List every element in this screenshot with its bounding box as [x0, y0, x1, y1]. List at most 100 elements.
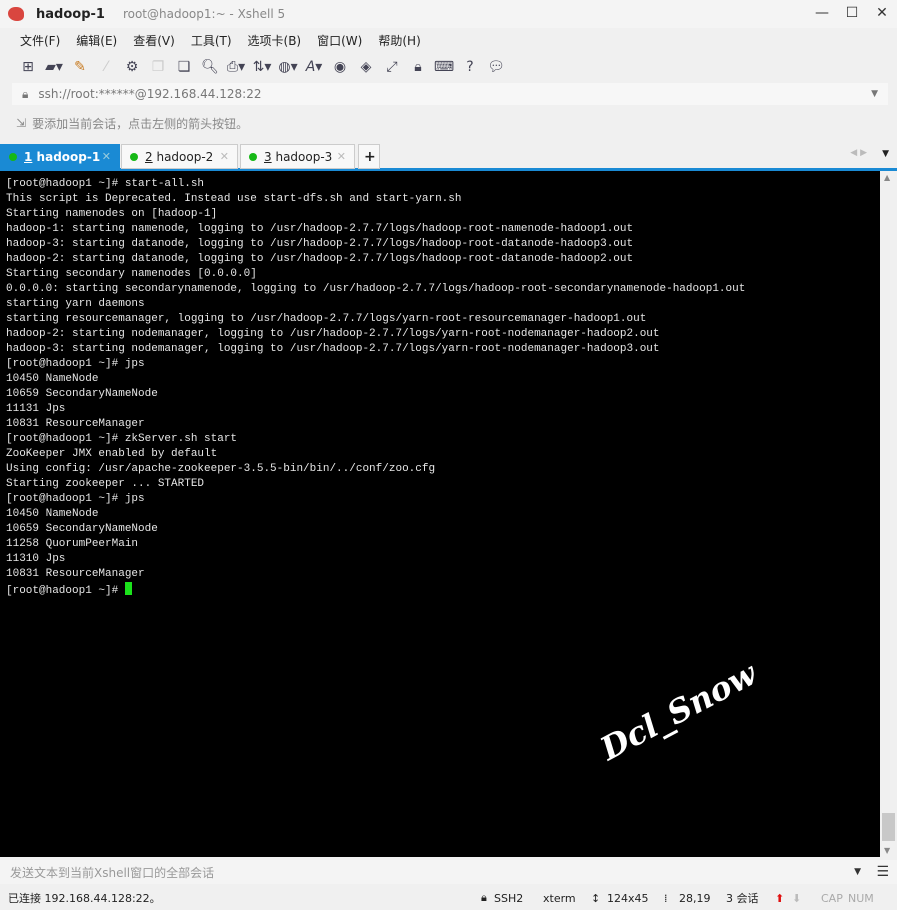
terminal-line: hadoop-3: starting datanode, logging to …: [6, 238, 634, 250]
terminal-line: 11131 Jps: [6, 403, 66, 415]
tab-scroll-arrows-icon[interactable]: ◀ ▶: [850, 148, 867, 158]
terminal-line: 10831 ResourceManager: [6, 418, 145, 430]
terminal-line: Starting secondary namenodes [0.0.0.0]: [6, 268, 257, 280]
toolbar: ⊞ ▰▾ ✎ ⁄ ⚙ ❐ ❏ 🔍︎ ⎙▾ ⇅▾ ◍▾ A ▾ ◉ ◈ ⤢ 🔒︎ ⌨…: [0, 54, 897, 80]
address-bar[interactable]: 🔒︎ ssh://root:******@192.168.44.128:22 ▼: [12, 83, 888, 105]
terminal-line: Starting namenodes on [hadoop-1]: [6, 208, 218, 220]
copy-icon[interactable]: ❐: [148, 58, 168, 76]
terminal-line: hadoop-2: starting datanode, logging to …: [6, 253, 634, 265]
chevron-down-icon[interactable]: ▼: [871, 89, 878, 99]
transfer-icon[interactable]: ⇅▾: [252, 58, 272, 76]
arrow-add-icon[interactable]: ⇲: [16, 116, 26, 130]
status-dot-icon: [249, 152, 257, 161]
new-tab-button[interactable]: +: [358, 144, 380, 169]
scrollbar[interactable]: ▲ ▼: [880, 171, 897, 857]
terminal[interactable]: [root@hadoop1 ~]# start-all.sh This scrip…: [0, 171, 880, 857]
tab-number: 2: [145, 149, 153, 164]
address-text[interactable]: ssh://root:******@192.168.44.128:22: [38, 87, 261, 101]
upload-arrow-icon: ⬆: [775, 891, 785, 905]
caps-lock-indicator: CAP: [821, 891, 843, 905]
menu-tabs[interactable]: 选项卡(B): [248, 32, 302, 49]
tab-label: hadoop-2: [156, 149, 214, 164]
send-text-bar[interactable]: 发送文本到当前Xshell窗口的全部会话 ▼ ☰: [0, 860, 897, 884]
terminal-line: ZooKeeper JMX enabled by default: [6, 448, 218, 460]
connect-icon[interactable]: ✎: [70, 58, 90, 76]
status-dot-icon: [9, 152, 17, 161]
terminal-line: hadoop-2: starting nodemanager, logging …: [6, 328, 660, 340]
globe-icon[interactable]: ◍▾: [278, 58, 298, 76]
terminal-line: starting resourcemanager, logging to /us…: [6, 313, 647, 325]
terminal-line: Using config: /usr/apache-zookeeper-3.5.…: [6, 463, 436, 475]
tab-menu-icon[interactable]: ▼: [882, 149, 889, 159]
window-title: hadoop-1: [36, 6, 105, 22]
close-tab-icon[interactable]: ✕: [337, 150, 346, 163]
send-text-input[interactable]: 发送文本到当前Xshell窗口的全部会话: [10, 864, 214, 881]
disconnect-icon[interactable]: ⁄: [96, 58, 116, 76]
terminal-line: [root@hadoop1 ~]# jps: [6, 493, 145, 505]
terminal-line: [root@hadoop1 ~]# jps: [6, 358, 145, 370]
xftp-icon[interactable]: ◉: [330, 58, 350, 76]
hint-text: 要添加当前会话，点击左侧的箭头按钮。: [32, 116, 249, 131]
close-tab-icon[interactable]: ✕: [102, 150, 111, 163]
terminal-line: This script is Deprecated. Instead use s…: [6, 193, 462, 205]
terminal-line: 10450 NameNode: [6, 373, 99, 385]
title-bar: hadoop-1 root@hadoop1:~ - Xshell 5 — ☐ ✕: [0, 0, 897, 28]
session-count: 3 会话: [726, 892, 759, 905]
session-hint: ⇲ 要添加当前会话，点击左侧的箭头按钮。: [16, 113, 248, 133]
paste-icon[interactable]: ❏: [174, 58, 194, 76]
terminal-line: 11310 Jps: [6, 553, 66, 565]
tab-hadoop-1[interactable]: 1 hadoop-1 ✕: [0, 144, 120, 169]
keyboard-icon[interactable]: ⌨: [434, 58, 454, 76]
tab-label: hadoop-3: [275, 149, 333, 164]
cursor-position: 28,19: [679, 891, 711, 905]
terminal-line: 11258 QuorumPeerMain: [6, 538, 139, 550]
print-icon[interactable]: ⎙▾: [226, 58, 246, 76]
lock-icon: 🔒︎: [22, 86, 29, 101]
terminal-line: [root@hadoop1 ~]# zkServer.sh start: [6, 433, 238, 445]
terminal-type: xterm: [543, 891, 576, 905]
menu-bar: 文件(F) 编辑(E) 查看(V) 工具(T) 选项卡(B) 窗口(W) 帮助(…: [0, 28, 897, 52]
menu-tools[interactable]: 工具(T): [191, 32, 232, 49]
new-session-icon[interactable]: ⊞: [18, 58, 38, 76]
close-tab-icon[interactable]: ✕: [220, 150, 229, 163]
help-icon[interactable]: ?: [460, 58, 480, 76]
maximize-button[interactable]: ☐: [837, 0, 867, 26]
num-lock-indicator: NUM: [848, 891, 874, 905]
status-bar: 已连接 192.168.44.128:22。 🔒︎ SSH2 xterm ↕ 1…: [0, 886, 897, 910]
chevron-down-icon[interactable]: ▼: [854, 867, 861, 877]
terminal-size: 124x45: [607, 891, 649, 905]
menu-icon[interactable]: ☰: [876, 864, 889, 880]
tab-hadoop-2[interactable]: 2 hadoop-2 ✕: [121, 144, 238, 169]
open-folder-icon[interactable]: ▰▾: [44, 58, 64, 76]
properties-icon[interactable]: ⚙: [122, 58, 142, 76]
tab-label: hadoop-1: [36, 149, 101, 164]
protocol: SSH2: [494, 891, 524, 905]
menu-file[interactable]: 文件(F): [20, 32, 60, 49]
terminal-line: 0.0.0.0: starting secondarynamenode, log…: [6, 283, 746, 295]
minimize-button[interactable]: —: [807, 0, 837, 26]
tab-hadoop-3[interactable]: 3 hadoop-3 ✕: [240, 144, 355, 169]
chat-icon[interactable]: 💬︎: [486, 58, 506, 76]
font-icon[interactable]: A ▾: [304, 58, 324, 76]
scroll-up-icon[interactable]: ▲: [884, 173, 890, 182]
terminal-line: 10659 SecondaryNameNode: [6, 388, 158, 400]
lock-icon[interactable]: 🔒︎: [408, 58, 428, 76]
terminal-line: starting yarn daemons: [6, 298, 145, 310]
connection-status: 已连接 192.168.44.128:22。: [8, 892, 161, 905]
terminal-line: 10450 NameNode: [6, 508, 99, 520]
menu-help[interactable]: 帮助(H): [378, 32, 420, 49]
close-button[interactable]: ✕: [867, 0, 897, 26]
fullscreen-icon[interactable]: ⤢: [382, 58, 402, 76]
find-icon[interactable]: 🔍︎: [200, 58, 220, 76]
scroll-thumb[interactable]: [882, 813, 895, 841]
window-subtitle: root@hadoop1:~ - Xshell 5: [122, 7, 286, 21]
scroll-down-icon[interactable]: ▼: [884, 846, 890, 855]
tab-number: 1: [24, 149, 33, 164]
terminal-line: 10831 ResourceManager: [6, 568, 145, 580]
menu-edit[interactable]: 编辑(E): [76, 32, 117, 49]
lock-icon: 🔒︎: [481, 891, 487, 904]
xmanager-icon[interactable]: ◈: [356, 58, 376, 76]
xshell-logo-icon: [8, 7, 24, 21]
menu-view[interactable]: 查看(V): [133, 32, 175, 49]
menu-window[interactable]: 窗口(W): [317, 32, 362, 49]
